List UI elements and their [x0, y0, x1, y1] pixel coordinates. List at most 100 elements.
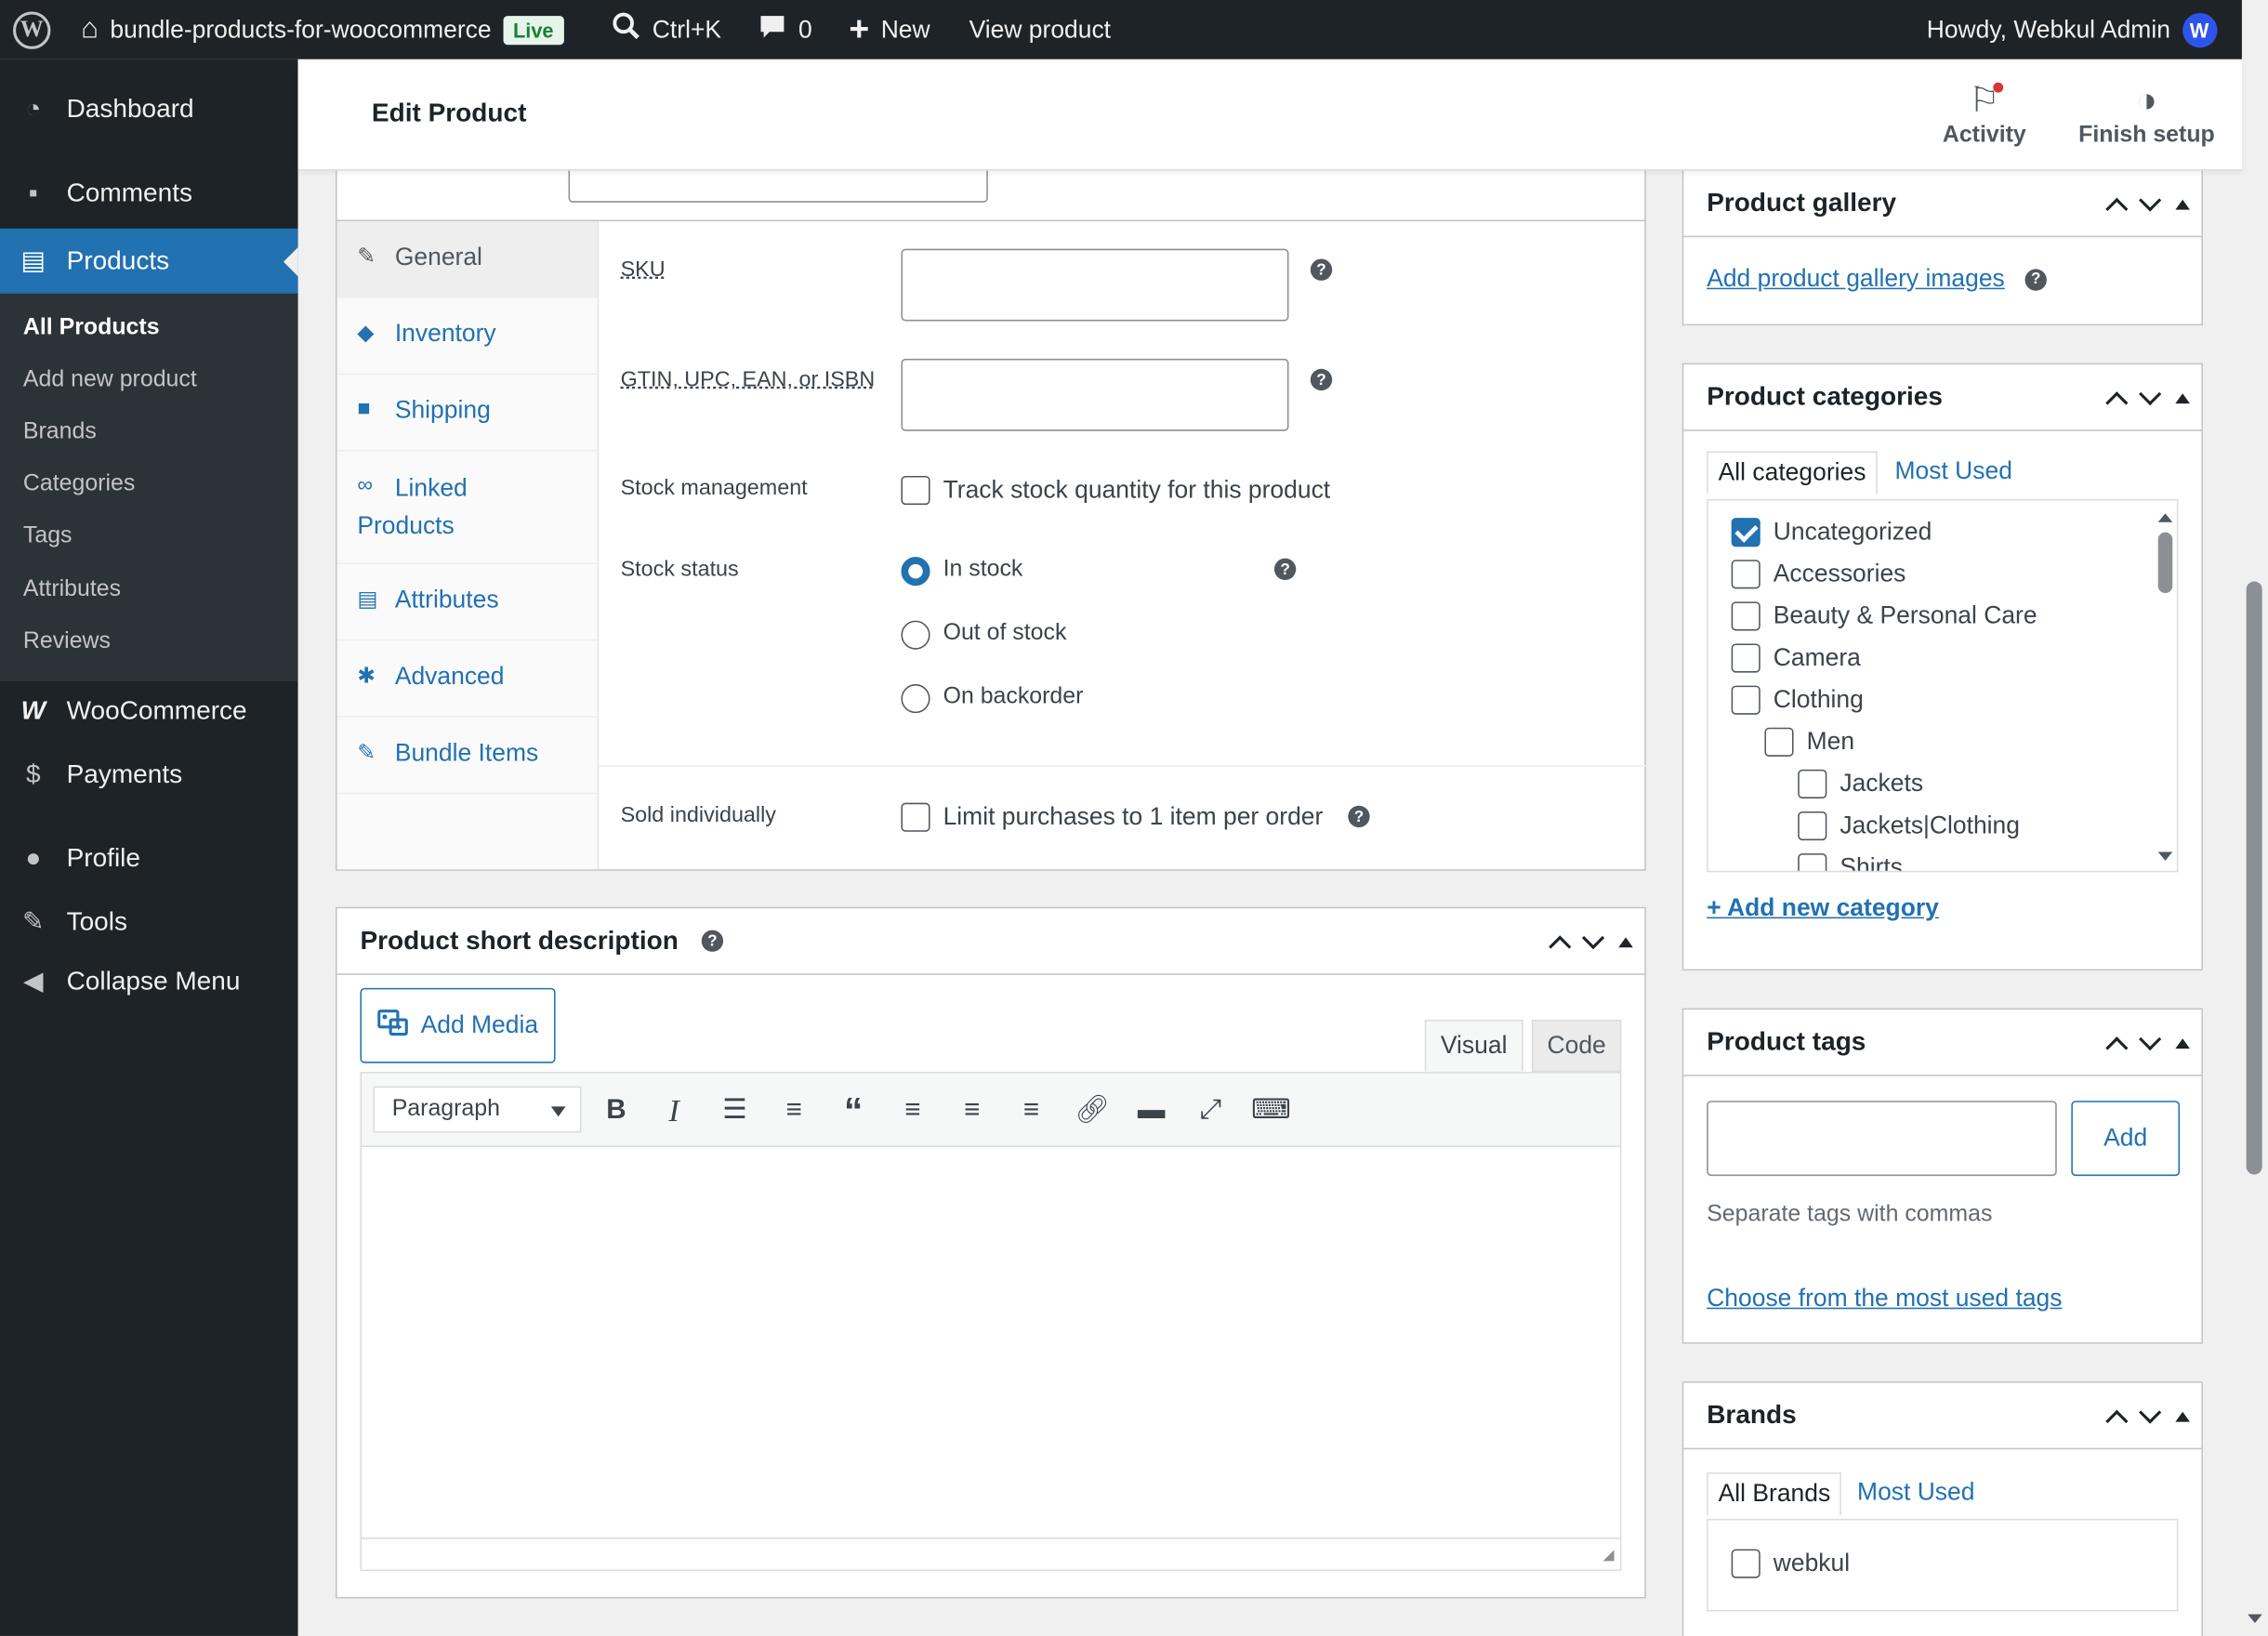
move-down-chevron-icon[interactable] — [2139, 188, 2162, 211]
sku-help-icon[interactable]: ? — [1310, 258, 1333, 281]
in-stock-radio[interactable] — [901, 557, 930, 587]
move-up-chevron-icon[interactable] — [1549, 934, 1572, 957]
category-item[interactable]: Jackets|Clothing — [1798, 811, 2020, 841]
category-scroll-thumb[interactable] — [2157, 532, 2173, 594]
submenu-reviews[interactable]: Reviews — [23, 629, 111, 655]
tab-attributes[interactable]: ▤ Attributes — [336, 564, 598, 641]
collapse-toggle-icon[interactable] — [2175, 1410, 2190, 1421]
add-gallery-images-link[interactable]: Add product gallery images — [1707, 265, 2005, 294]
add-new-category-link[interactable]: + Add new category — [1707, 894, 1939, 923]
site-name-link[interactable]: ⌂ bundle-products-for-woocommerce Live — [81, 0, 564, 59]
bullet-list-icon[interactable]: ☰ — [716, 1092, 753, 1129]
gallery-help-icon[interactable]: ? — [2024, 268, 2047, 290]
category-checkbox[interactable] — [1731, 560, 1760, 589]
tab-bundle-items[interactable]: ✎ Bundle Items — [336, 718, 598, 795]
menu-comments[interactable]: ▪ Comments — [0, 178, 298, 208]
align-right-icon[interactable]: ≡ — [1012, 1092, 1049, 1129]
category-item[interactable]: Beauty & Personal Care — [1731, 601, 2037, 631]
category-item[interactable]: Jackets — [1798, 769, 1923, 798]
gtin-input[interactable] — [901, 358, 1289, 431]
scroll-down-arrow-icon[interactable] — [2248, 1614, 2262, 1630]
submenu-categories[interactable]: Categories — [23, 471, 135, 497]
move-up-chevron-icon[interactable] — [2105, 196, 2129, 220]
category-item[interactable]: Shirts — [1798, 853, 1903, 871]
add-tag-button[interactable]: Add — [2071, 1101, 2181, 1177]
tab-linked-products[interactable]: ∞ Linked Products — [336, 452, 598, 564]
category-checkbox[interactable] — [1731, 518, 1760, 548]
activity-button[interactable]: ⚐ Activity — [1943, 80, 2026, 150]
gtin-help-icon[interactable]: ? — [1310, 368, 1333, 391]
menu-profile[interactable]: ● Profile — [0, 843, 298, 874]
tab-code[interactable]: Code — [1531, 1020, 1622, 1073]
move-down-chevron-icon[interactable] — [2139, 1027, 2162, 1050]
category-checkbox[interactable] — [1731, 643, 1760, 673]
keyboard-icon[interactable]: ⌨ — [1251, 1092, 1291, 1129]
category-checkbox[interactable] — [1731, 601, 1760, 631]
move-up-chevron-icon[interactable] — [2105, 1036, 2129, 1059]
category-checkbox[interactable] — [1798, 769, 1827, 798]
on-backorder-radio[interactable] — [901, 684, 930, 714]
menu-dashboard[interactable]: ◔ Dashboard — [0, 94, 298, 125]
choose-most-used-tags-link[interactable]: Choose from the most used tags — [1707, 1285, 2062, 1313]
wordpress-logo-icon[interactable]: W — [13, 0, 51, 59]
category-checkbox[interactable] — [1798, 853, 1827, 871]
blockquote-icon[interactable]: “ — [835, 1092, 872, 1129]
finish-setup-button[interactable]: ◑ Finish setup — [2078, 80, 2215, 150]
short-description-editor[interactable]: ◢ — [360, 1146, 1622, 1571]
move-down-chevron-icon[interactable] — [1581, 926, 1605, 949]
link-icon[interactable]: 🔗︎ — [1074, 1092, 1111, 1129]
tab-advanced[interactable]: ✱ Advanced — [336, 640, 598, 718]
category-checkbox[interactable] — [1764, 727, 1794, 757]
bold-icon[interactable]: B — [598, 1092, 635, 1129]
numbered-list-icon[interactable]: ≡ — [775, 1092, 812, 1129]
user-account-menu[interactable]: Howdy, Webkul Admin W — [1927, 0, 2217, 59]
out-of-stock-radio[interactable] — [901, 620, 930, 650]
search-button[interactable]: Ctrl+K — [612, 0, 721, 59]
submenu-attributes[interactable]: Attributes — [23, 577, 121, 603]
category-checkbox[interactable] — [1731, 685, 1760, 715]
read-more-icon[interactable]: ▬ — [1132, 1092, 1169, 1129]
sold-individually-help-icon[interactable]: ? — [1348, 805, 1370, 828]
track-stock-checkbox[interactable] — [901, 475, 930, 506]
move-up-chevron-icon[interactable] — [2105, 390, 2129, 414]
menu-woocommerce[interactable]: W WooCommerce — [0, 695, 298, 726]
new-tag-input[interactable] — [1707, 1101, 2057, 1177]
tab-general[interactable]: ✎ General — [336, 221, 598, 298]
tab-visual[interactable]: Visual — [1424, 1020, 1523, 1073]
comments-button[interactable]: 0 — [758, 0, 812, 59]
italic-icon[interactable]: I — [655, 1092, 692, 1129]
paragraph-format-select[interactable]: Paragraph — [373, 1086, 582, 1133]
collapse-toggle-icon[interactable] — [1618, 936, 1633, 947]
submenu-add-new-product[interactable]: Add new product — [23, 367, 197, 393]
submenu-tags[interactable]: Tags — [23, 523, 73, 549]
category-item[interactable]: Clothing — [1731, 685, 1864, 715]
tab-all-categories[interactable]: All categories — [1707, 451, 1878, 495]
view-product-link[interactable]: View product — [969, 0, 1111, 59]
collapse-toggle-icon[interactable] — [2175, 198, 2190, 209]
tab-most-used-brands[interactable]: Most Used — [1857, 1478, 1974, 1507]
sku-input[interactable] — [901, 248, 1289, 322]
fullscreen-icon[interactable]: ⤢ — [1192, 1092, 1229, 1129]
collapse-toggle-icon[interactable] — [2175, 392, 2190, 403]
tab-inventory[interactable]: ◆ Inventory — [336, 298, 598, 376]
align-center-icon[interactable]: ≡ — [953, 1092, 990, 1129]
submenu-all-products[interactable]: All Products — [23, 315, 160, 341]
collapse-toggle-icon[interactable] — [2175, 1037, 2190, 1049]
page-scrollbar[interactable] — [2241, 0, 2268, 1636]
limit-purchases-checkbox[interactable] — [901, 802, 930, 832]
move-down-chevron-icon[interactable] — [2139, 1400, 2162, 1423]
category-item[interactable]: Camera — [1731, 643, 1861, 673]
category-item[interactable]: Men — [1764, 727, 1854, 757]
category-item[interactable]: Uncategorized — [1731, 518, 1932, 548]
menu-payments[interactable]: $ Payments — [0, 759, 298, 790]
align-left-icon[interactable]: ≡ — [894, 1092, 931, 1129]
brand-checkbox[interactable] — [1731, 1549, 1760, 1578]
move-down-chevron-icon[interactable] — [2139, 382, 2162, 405]
brand-item[interactable]: webkul — [1731, 1549, 1850, 1578]
short-description-help-icon[interactable]: ? — [701, 930, 724, 952]
category-checkbox[interactable] — [1798, 811, 1827, 841]
stock-status-help-icon[interactable]: ? — [1273, 558, 1297, 580]
resize-handle-icon[interactable]: ◢ — [1603, 1548, 1615, 1563]
new-content-button[interactable]: + New — [849, 0, 930, 59]
tab-shipping[interactable]: ■ Shipping — [336, 375, 598, 452]
